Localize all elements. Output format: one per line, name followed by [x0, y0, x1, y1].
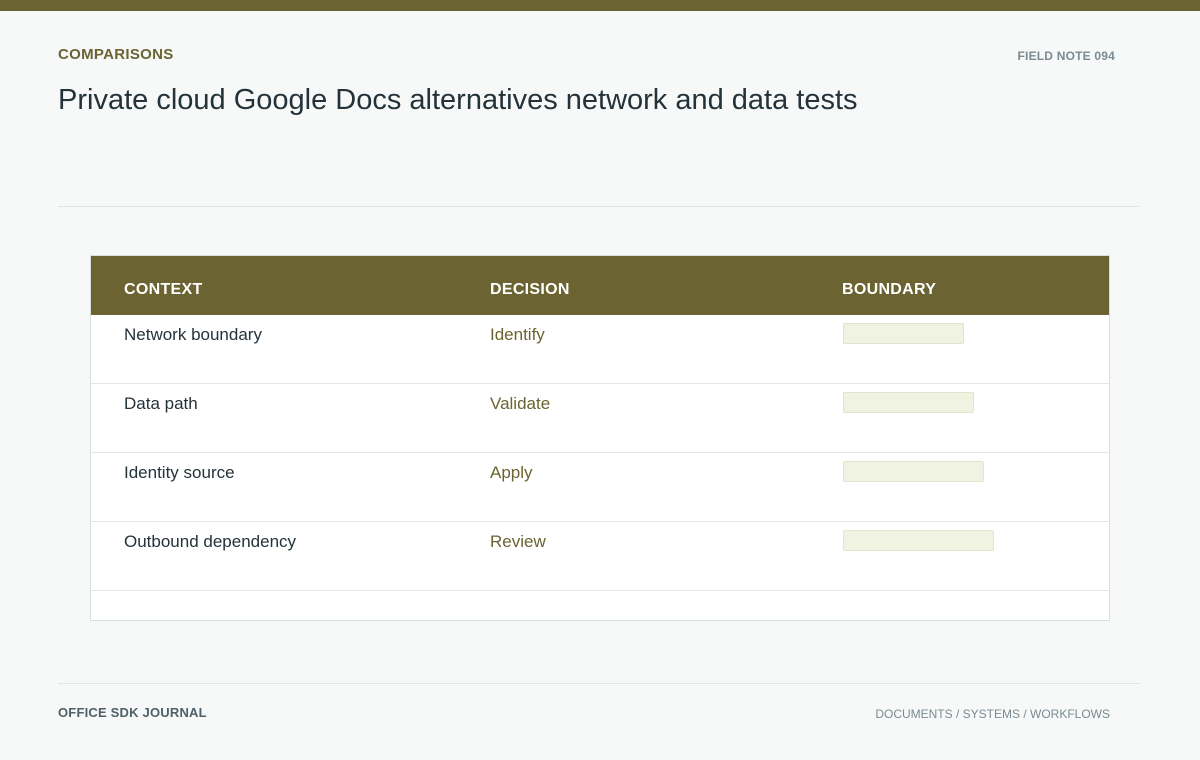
context-cell: Identity source — [124, 463, 235, 482]
boundary-bar — [843, 392, 974, 413]
table-row: Identity source Apply — [91, 453, 1109, 522]
decision-cell: Apply — [490, 463, 533, 482]
context-cell: Network boundary — [124, 325, 262, 344]
table-header: CONTEXT DECISION BOUNDARY — [91, 256, 1109, 315]
boundary-bar — [843, 461, 984, 482]
table-row: Network boundary Identify — [91, 315, 1109, 384]
top-accent-bar — [0, 0, 1200, 11]
column-header-boundary: BOUNDARY — [842, 281, 937, 298]
context-cell: Data path — [124, 394, 198, 413]
boundary-bar — [843, 530, 994, 551]
comparison-table: CONTEXT DECISION BOUNDARY Network bounda… — [90, 255, 1110, 621]
section-eyebrow: COMPARISONS — [58, 46, 174, 63]
footer-sections: DOCUMENTS / SYSTEMS / WORKFLOWS — [875, 707, 1110, 721]
decision-cell: Review — [490, 532, 546, 551]
header-divider — [58, 206, 1140, 207]
footer-brand: OFFICE SDK JOURNAL — [58, 705, 207, 720]
decision-cell: Validate — [490, 394, 551, 413]
column-header-context: CONTEXT — [124, 281, 203, 298]
column-header-decision: DECISION — [490, 281, 570, 298]
decision-cell: Identify — [490, 325, 545, 344]
field-note-label: FIELD NOTE 094 — [1017, 49, 1115, 63]
table-row: Outbound dependency Review — [91, 522, 1109, 591]
boundary-bar — [843, 323, 964, 344]
footer-divider — [58, 683, 1140, 684]
context-cell: Outbound dependency — [124, 532, 297, 551]
page-title: Private cloud Google Docs alternatives n… — [58, 84, 858, 116]
table-row: Data path Validate — [91, 384, 1109, 453]
